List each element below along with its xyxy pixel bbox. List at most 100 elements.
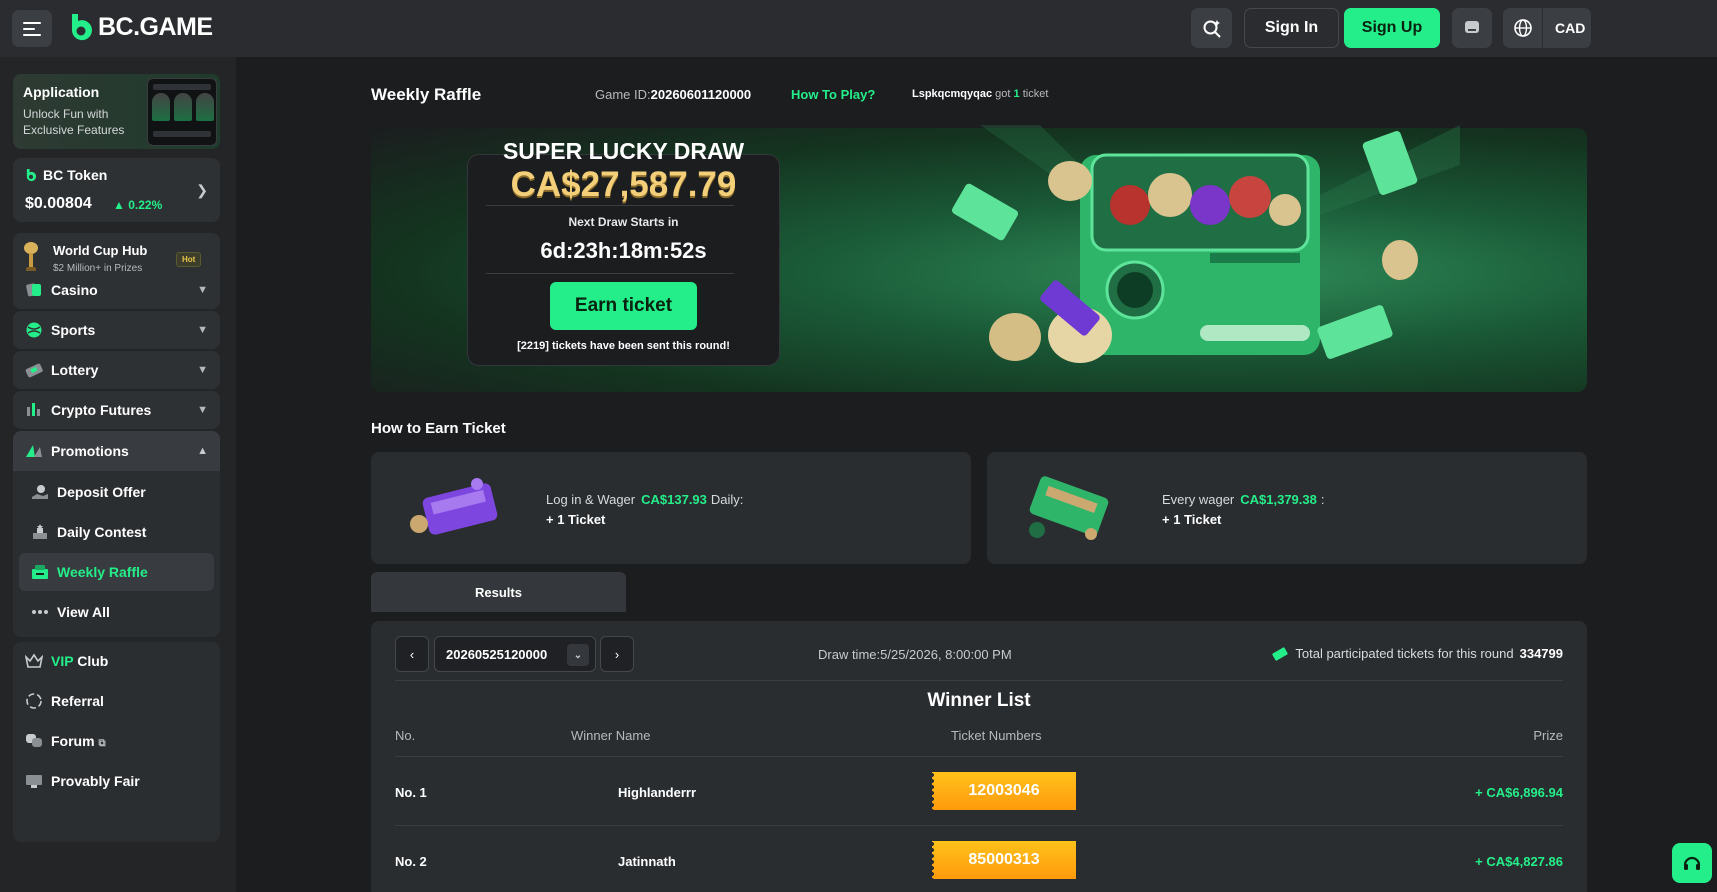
how-to-play-link[interactable]: How To Play?: [791, 87, 875, 102]
raffle-machine-illustration: [951, 125, 1460, 363]
chat-button[interactable]: [1452, 8, 1492, 48]
lottery-icon: [17, 361, 51, 379]
row-rank: No. 1: [395, 785, 427, 800]
draw-title: SUPER LUCKY DRAW: [502, 138, 745, 164]
signin-button[interactable]: Sign In: [1244, 8, 1339, 48]
next-round-button[interactable]: ›: [600, 636, 634, 672]
promotions-group: Promotions ▲ Deposit Offer Daily Contest…: [13, 431, 220, 637]
token-price: $0.00804: [25, 195, 92, 212]
token-change: ▲ 0.22%: [113, 198, 163, 212]
earn-ticket-button[interactable]: Earn ticket: [550, 282, 697, 330]
col-ticket-numbers: Ticket Numbers: [951, 728, 1042, 743]
headset-icon: [1683, 856, 1701, 870]
row-ticket-number: 12003046: [932, 772, 1076, 810]
chevron-left-icon: ‹: [409, 646, 415, 662]
recent-winner-ticker: Lspkqcmqyqac got 1 ticket: [912, 88, 1049, 100]
col-prize: Prize: [1533, 728, 1563, 743]
fair-icon: [17, 773, 51, 789]
sub-deposit-offer-label: Deposit Offer: [57, 484, 146, 500]
app-title: Application: [23, 84, 100, 100]
tickets-sent-text: [2219] tickets have been sent this round…: [517, 340, 730, 352]
bottom-nav-group: VIP Club Referral Forum ⧉ Provably Fair: [13, 642, 220, 842]
menu-button[interactable]: [12, 10, 52, 47]
nav-promotions-label: Promotions: [51, 443, 129, 459]
more-icon: [23, 609, 57, 615]
chevron-down-icon: ▼: [197, 324, 208, 336]
chevron-right-icon: ›: [614, 646, 620, 662]
sub-daily-contest[interactable]: Daily Contest: [19, 513, 214, 551]
row-prize: + CA$4,827.86: [1475, 854, 1563, 869]
tab-results[interactable]: Results: [371, 572, 626, 612]
row-winner-name: Highlanderrr: [618, 785, 697, 800]
nav-provably-fair-label: Provably Fair: [51, 773, 140, 789]
nav-sports[interactable]: Sports ▼: [13, 311, 220, 349]
nav-crypto-futures-label: Crypto Futures: [51, 402, 152, 418]
sidebar: Application Unlock Fun with Exclusive Fe…: [0, 57, 236, 892]
sub-weekly-raffle[interactable]: Weekly Raffle: [19, 553, 214, 591]
sub-deposit-offer[interactable]: Deposit Offer: [19, 473, 214, 511]
row-winner-name: Jatinnath: [618, 854, 676, 869]
col-no: No.: [395, 728, 416, 743]
sub-daily-contest-label: Daily Contest: [57, 524, 147, 540]
external-link-icon: ⧉: [98, 738, 106, 749]
hot-badge: Hot: [176, 252, 202, 267]
page-title: Weekly Raffle: [371, 85, 482, 104]
divider: [395, 756, 1563, 757]
currency-label: CAD: [1555, 20, 1586, 36]
sub-view-all[interactable]: View All: [19, 593, 214, 631]
bc-token-card[interactable]: BC Token $0.00804 ▲ 0.22% ❯: [13, 158, 220, 222]
globe-icon: [1503, 8, 1543, 48]
support-button[interactable]: [1672, 843, 1712, 883]
winner-list-title: Winner List: [927, 690, 1031, 711]
nav-casino[interactable]: Casino ▼: [13, 271, 220, 309]
divider: [395, 680, 1563, 681]
divider: [486, 205, 734, 206]
bc-token-icon: [26, 169, 37, 182]
forum-icon: [17, 733, 51, 749]
draw-time: Draw time:5/25/2026, 8:00:00 PM: [818, 647, 1012, 662]
top-header: BC.GAME Sign In Sign Up CAD: [0, 0, 1717, 57]
nav-forum[interactable]: Forum ⧉: [13, 722, 220, 760]
casino-icon: [17, 281, 51, 299]
nav-provably-fair[interactable]: Provably Fair: [13, 762, 220, 800]
nav-vip-club[interactable]: VIP Club: [13, 642, 220, 680]
contest-icon: [23, 523, 57, 541]
nav-lottery[interactable]: Lottery ▼: [13, 351, 220, 389]
divider: [395, 825, 1563, 826]
total-participated-tickets: Total participated tickets for this roun…: [1271, 646, 1563, 661]
chat-icon: [1465, 21, 1479, 33]
round-select[interactable]: 20260525120000 ⌄: [434, 636, 596, 672]
referral-icon: [17, 692, 51, 710]
language-currency-button[interactable]: CAD: [1503, 8, 1591, 48]
earn-card-every-wager: Every wager CA$1,379.38: + 1 Ticket: [987, 452, 1587, 564]
game-id: Game ID:20260601120000: [595, 87, 752, 102]
ticket-icon: [1272, 646, 1289, 661]
row-prize: + CA$6,896.94: [1475, 785, 1563, 800]
earn-card-text: Log in & Wager CA$137.93 Daily: + 1 Ticket: [546, 492, 744, 527]
nav-lottery-label: Lottery: [51, 362, 99, 378]
phone-image: [147, 78, 217, 146]
signup-button[interactable]: Sign Up: [1344, 8, 1440, 48]
nav-forum-label: Forum ⧉: [51, 733, 106, 749]
logo[interactable]: BC.GAME: [68, 12, 213, 42]
chevron-down-icon: ⌄: [567, 644, 589, 666]
col-winner-name: Winner Name: [571, 728, 651, 743]
sub-weekly-raffle-label: Weekly Raffle: [57, 564, 148, 580]
nav-referral[interactable]: Referral: [13, 682, 220, 720]
nav-crypto-futures[interactable]: Crypto Futures ▼: [13, 391, 220, 429]
earn-section-title: How to Earn Ticket: [371, 420, 506, 437]
app-promo-card[interactable]: Application Unlock Fun with Exclusive Fe…: [13, 74, 220, 149]
app-subtitle: Unlock Fun with Exclusive Features: [23, 107, 125, 137]
nav-referral-label: Referral: [51, 693, 104, 709]
results-panel: ‹ 20260525120000 ⌄ › Draw time:5/25/2026…: [371, 621, 1587, 892]
nav-promotions[interactable]: Promotions ▲: [13, 431, 220, 471]
countdown-timer: 6d:23h:18m:52s: [540, 238, 707, 263]
raffle-icon: [23, 564, 57, 580]
menu-icon: [23, 21, 41, 36]
chevron-down-icon: ▼: [197, 404, 208, 416]
search-button[interactable]: [1191, 8, 1232, 48]
worldcup-title: World Cup Hub: [53, 243, 148, 258]
promotions-icon: [17, 442, 51, 460]
lottery-ticket-icon: [410, 478, 498, 535]
prev-round-button[interactable]: ‹: [395, 636, 429, 672]
